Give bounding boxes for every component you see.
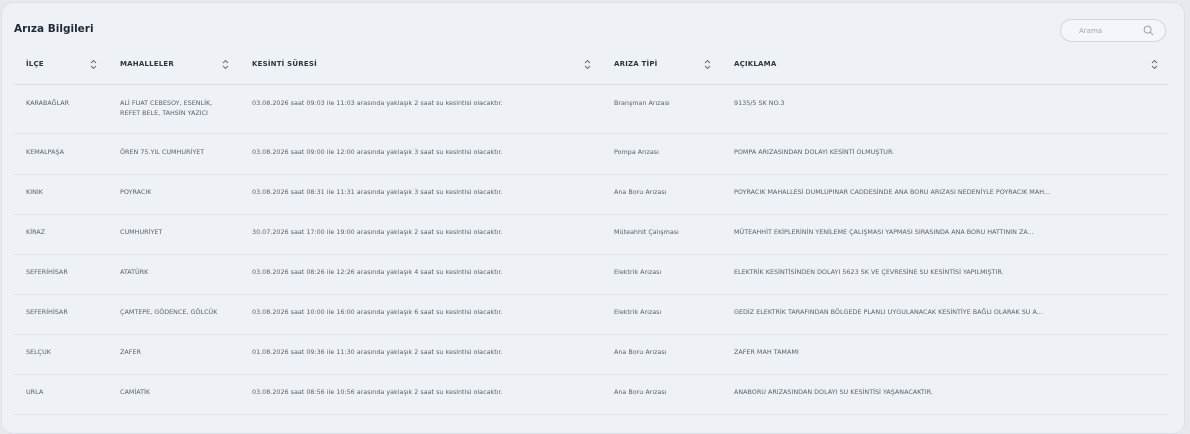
table-row[interactable]: KİRAZ CUMHURİYET 30.07.2026 saat 17:00 i… bbox=[14, 214, 1168, 255]
cell-kesinti-suresi: 03.08.2026 saat 08:26 ile 12:26 arasında… bbox=[252, 268, 503, 276]
cell-mahalleler: ÇAMTEPE, GÖDENCE, GÖLCÜK bbox=[120, 308, 218, 316]
table-row[interactable]: URLA CAMİATİK 03.08.2026 saat 08:56 ile … bbox=[14, 374, 1168, 415]
cell-ilce: KINIK bbox=[26, 188, 43, 196]
cell-ariza-tipi: Müteahhit Çalışması bbox=[614, 228, 679, 236]
sort-icon[interactable] bbox=[584, 59, 591, 70]
cell-ilce: SEFERİHİSAR bbox=[26, 268, 68, 276]
column-header-mahalleler[interactable]: MAHALLELER bbox=[120, 51, 174, 84]
cell-ilce: KEMALPAŞA bbox=[26, 148, 65, 156]
column-header-aciklama[interactable]: AÇIKLAMA bbox=[734, 51, 776, 84]
sort-icon[interactable] bbox=[1151, 59, 1158, 70]
cell-aciklama: 9135/5 SK NO.3 bbox=[734, 99, 785, 107]
cell-kesinti-suresi: 30.07.2026 saat 17:00 ile 19:00 arasında… bbox=[252, 228, 503, 236]
cell-ariza-tipi: Elektrik Arızası bbox=[614, 308, 662, 316]
cell-kesinti-suresi: 03.08.2026 saat 08:31 ile 11:31 arasında… bbox=[252, 188, 503, 196]
table-header: İLÇE MAHALLELER KESİNTİ SÜRESİ ARIZA TİP… bbox=[14, 51, 1168, 85]
cell-ariza-tipi: Branşman Arızası bbox=[614, 99, 670, 107]
cell-aciklama: ELEKTRİK KESİNTİSİNDEN DOLAYI 5623 SK VE… bbox=[734, 268, 1004, 276]
column-header-ilce[interactable]: İLÇE bbox=[26, 51, 44, 84]
cell-mahalleler: CAMİATİK bbox=[120, 388, 151, 396]
cell-kesinti-suresi: 03.08.2026 saat 09:03 ile 11:03 arasında… bbox=[252, 99, 503, 107]
cell-mahalleler: ÖREN 75.YIL CUMHURİYET bbox=[120, 148, 205, 156]
sort-icon[interactable] bbox=[90, 59, 97, 70]
cell-kesinti-suresi: 03.08.2026 saat 08:56 ile 10:56 arasında… bbox=[252, 388, 503, 396]
cell-ariza-tipi: Ana Boru Arızası bbox=[614, 188, 667, 196]
table-row[interactable]: SELÇUK ZAFER 01.08.2026 saat 09:36 ile 1… bbox=[14, 334, 1168, 375]
cell-aciklama: ZAFER MAH TAMAMI bbox=[734, 348, 799, 356]
search-input[interactable] bbox=[1061, 20, 1141, 41]
cell-ariza-tipi: Ana Boru Arızası bbox=[614, 388, 667, 396]
cell-mahalleler: POYRACIK bbox=[120, 188, 152, 196]
page-title: Arıza Bilgileri bbox=[14, 23, 94, 35]
cell-mahalleler: ZAFER bbox=[120, 348, 141, 356]
cell-ilce: KARABAĞLAR bbox=[26, 99, 70, 107]
column-header-kesinti-suresi[interactable]: KESİNTİ SÜRESİ bbox=[252, 51, 317, 84]
cell-ariza-tipi: Elektrik Arızası bbox=[614, 268, 662, 276]
cell-kesinti-suresi: 03.08.2026 saat 10:00 ile 16:00 arasında… bbox=[252, 308, 503, 316]
cell-kesinti-suresi: 03.08.2026 saat 09:00 ile 12:00 arasında… bbox=[252, 148, 503, 156]
search-box[interactable] bbox=[1060, 19, 1166, 42]
cell-ilce: SEFERİHİSAR bbox=[26, 308, 68, 316]
search-icon[interactable] bbox=[1143, 25, 1154, 36]
table-row[interactable]: KINIK POYRACIK 03.08.2026 saat 08:31 ile… bbox=[14, 174, 1168, 215]
sort-icon[interactable] bbox=[222, 59, 229, 70]
sort-icon[interactable] bbox=[704, 59, 711, 70]
cell-aciklama: ANABORU ARIZASINDAN DOLAYI SU KESİNTİSİ … bbox=[734, 388, 933, 396]
table-row[interactable]: SEFERİHİSAR ÇAMTEPE, GÖDENCE, GÖLCÜK 03.… bbox=[14, 294, 1168, 335]
cell-ariza-tipi: Ana Boru Arızası bbox=[614, 348, 667, 356]
cell-ariza-tipi: Pompa Arızası bbox=[614, 148, 659, 156]
cell-aciklama: GEDİZ ELEKTRİK TARAFINDAN BÖLGEDE PLANLI… bbox=[734, 308, 1043, 316]
cell-ilce: SELÇUK bbox=[26, 348, 51, 356]
cell-aciklama: MÜTEAHHİT EKİPLERİNİN YENİLEME ÇALIŞMASI… bbox=[734, 228, 1034, 236]
column-header-ariza-tipi[interactable]: ARIZA TİPİ bbox=[614, 51, 657, 84]
table-row[interactable]: KEMALPAŞA ÖREN 75.YIL CUMHURİYET 03.08.2… bbox=[14, 134, 1168, 175]
cell-kesinti-suresi: 01.08.2026 saat 09:36 ile 11:30 arasında… bbox=[252, 348, 503, 356]
cell-mahalleler: ALİ FUAT CEBESOY, ESENLİK, REFET BELE, T… bbox=[120, 99, 213, 117]
outage-panel: Arıza Bilgileri İLÇE MAHALLELER KESİNTİ … bbox=[1, 2, 1185, 434]
cell-aciklama: POMPA ARIZASINDAN DOLAYI KESİNTİ OLMUŞTU… bbox=[734, 148, 895, 156]
table-row[interactable]: SEFERİHİSAR ATATÜRK 03.08.2026 saat 08:2… bbox=[14, 254, 1168, 295]
table-row[interactable]: KARABAĞLAR ALİ FUAT CEBESOY, ESENLİK, RE… bbox=[14, 86, 1168, 134]
cell-ilce: KİRAZ bbox=[26, 228, 46, 236]
cell-aciklama: POYRACIK MAHALLESİ DUMLUPINAR CADDESİNDE… bbox=[734, 188, 1050, 196]
cell-ilce: URLA bbox=[26, 388, 44, 396]
cell-mahalleler: ATATÜRK bbox=[120, 268, 149, 276]
cell-mahalleler: CUMHURİYET bbox=[120, 228, 163, 236]
